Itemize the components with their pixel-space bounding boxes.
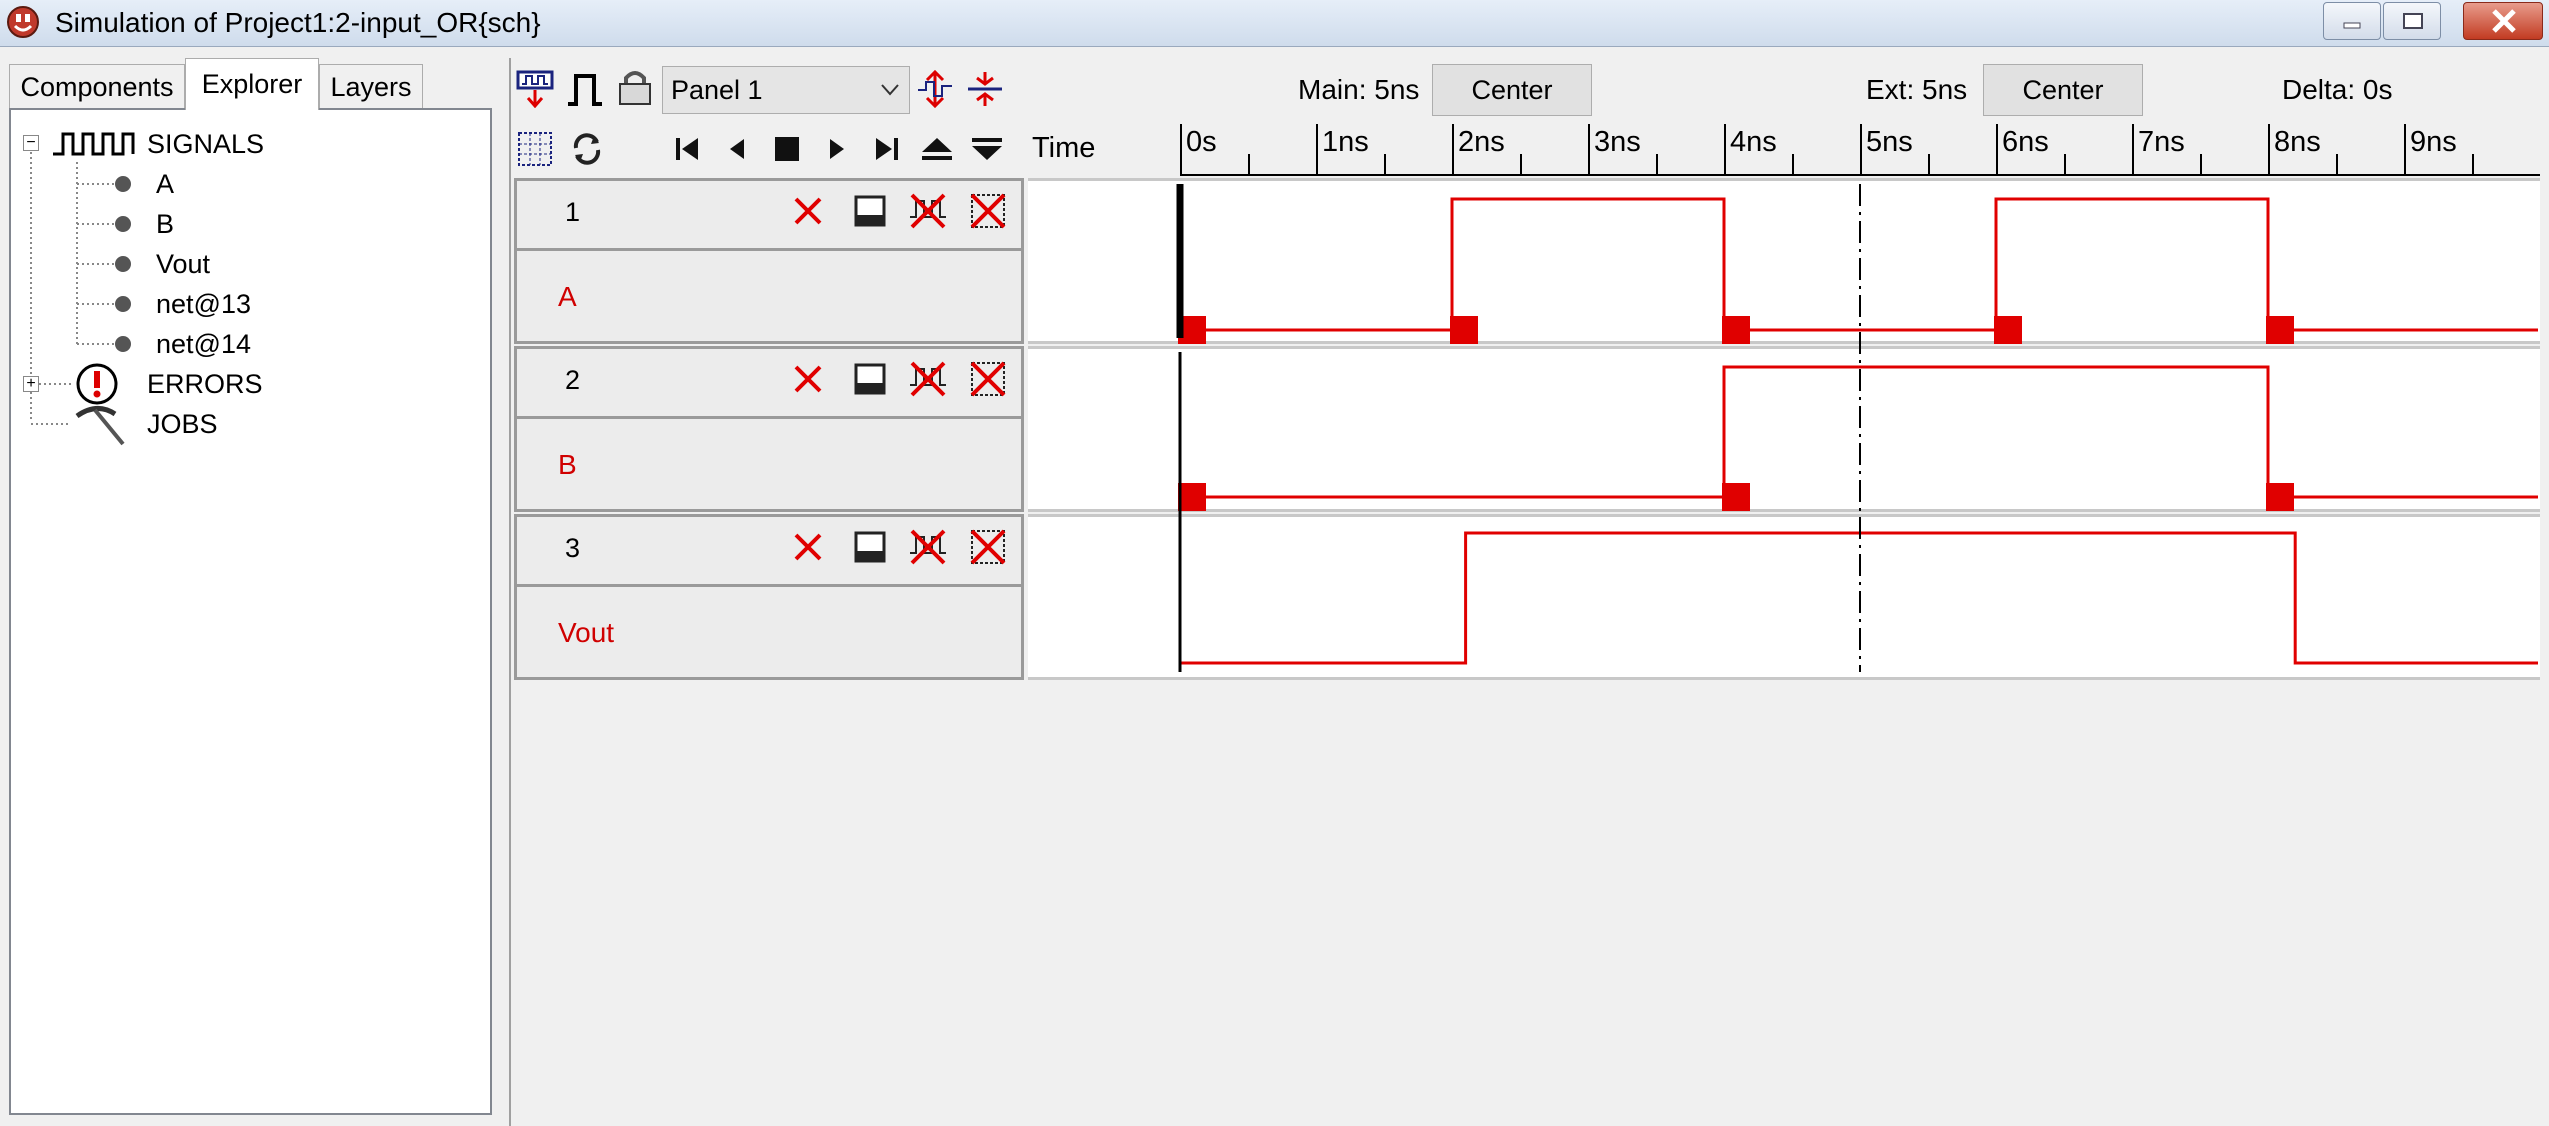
tab-explorer[interactable]: Explorer [185, 58, 319, 110]
waveform-canvas [1176, 184, 2538, 672]
transition-marker[interactable] [1722, 316, 1750, 344]
transition-marker[interactable] [2266, 483, 2294, 511]
transition-marker[interactable] [1178, 483, 1206, 511]
transition-marker[interactable] [2266, 316, 2294, 344]
transition-marker[interactable] [1994, 316, 2022, 344]
transition-marker[interactable] [1450, 316, 1478, 344]
transition-marker[interactable] [1722, 483, 1750, 511]
